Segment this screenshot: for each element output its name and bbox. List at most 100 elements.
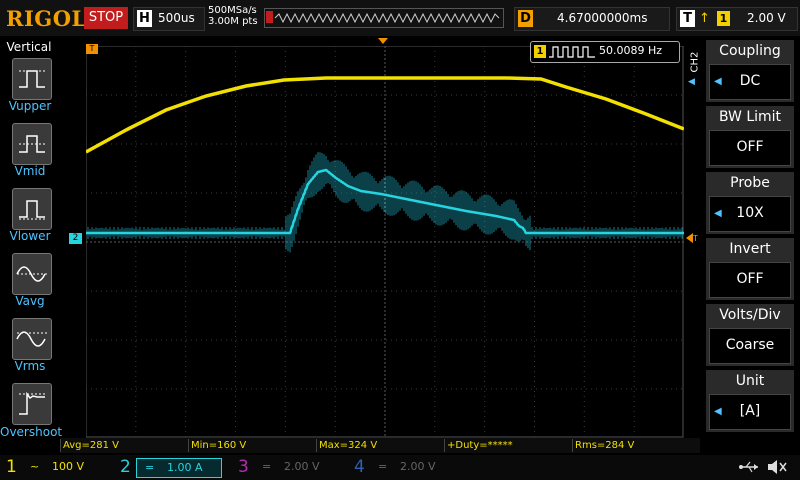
trigger-time-marker[interactable] <box>378 38 388 44</box>
delay-box[interactable]: D 4.67000000ms <box>514 7 670 31</box>
trigger-box[interactable]: T ↑ 1 2.00 V <box>676 7 798 31</box>
ch2-number[interactable]: 2 <box>120 457 131 477</box>
volts-div-value: Coarse <box>725 337 775 353</box>
vrms-icon <box>16 331 47 347</box>
measurement-bar: Avg=281 V Min=160 V Max=324 V +Duty=****… <box>60 438 700 453</box>
volts-div-title: Volts/Div <box>719 307 781 323</box>
vertical-measure-panel: Vertical Vupper Vmid Vlower Vavg Vrms Ov… <box>0 36 63 440</box>
measurement-rms[interactable]: Rms=284 V <box>572 439 699 452</box>
vupper-icon <box>19 70 45 88</box>
horizontal-timebase-box[interactable]: H 500us <box>133 7 205 31</box>
channel-status-bar: 1 ~ 100 V 2 = 1.00 A 3 = 2.00 V 4 = 2.00… <box>0 455 800 480</box>
ch2-offset-marker[interactable]: 2 <box>69 233 82 244</box>
freq-channel: 1 <box>534 45 546 58</box>
coupling-title: Coupling <box>719 43 781 59</box>
vlower-label: Vlower <box>9 229 51 243</box>
measurement-max[interactable]: Max=324 V <box>316 439 443 452</box>
dc-coupling-icon: = <box>262 460 272 473</box>
ch1-scale-box[interactable]: ~ 100 V <box>22 458 106 476</box>
square-wave-icon <box>549 46 595 58</box>
trigger-source: 1 <box>717 11 730 26</box>
unit-softkey[interactable]: Unit ◀ [A] <box>706 370 794 432</box>
bw-limit-value: OFF <box>736 139 764 155</box>
ac-coupling-icon: ~ <box>30 460 40 473</box>
memory-depth: 3.00M pts <box>208 16 258 27</box>
bw-limit-title: BW Limit <box>718 109 782 125</box>
volts-div-softkey[interactable]: Volts/Div Coarse <box>706 304 794 366</box>
ch2-scale-box[interactable]: = 1.00 A <box>136 458 222 478</box>
unit-value: [A] <box>739 403 761 419</box>
coupling-softkey[interactable]: Coupling ◀ DC <box>706 40 794 102</box>
probe-softkey[interactable]: Probe ◀ 10X <box>706 172 794 234</box>
unit-value-box: ◀ [A] <box>709 394 791 430</box>
volts-div-value-box: Coarse <box>709 328 791 364</box>
waveform-memory-overview <box>264 8 504 28</box>
bw-limit-value-box: OFF <box>709 130 791 166</box>
channel-tag: CH2 <box>689 51 701 73</box>
trigger-level: 2.00 V <box>747 11 786 25</box>
dc-coupling-icon: = <box>378 460 388 473</box>
memory-overview-waveform <box>266 11 500 24</box>
frequency-value: 50.0089 Hz <box>599 44 663 57</box>
dc-coupling-icon: = <box>145 461 155 474</box>
probe-title: Probe <box>730 175 770 191</box>
measurement-min[interactable]: Min=160 V <box>188 439 315 452</box>
invert-value: OFF <box>736 271 764 287</box>
vmid-icon <box>19 135 45 153</box>
channel-menu-panel: Coupling ◀ DC BW Limit OFF Probe ◀ 10X I… <box>706 36 800 440</box>
delay-label: D <box>518 10 533 27</box>
acquisition-info: 500MSa/s 3.00M pts <box>208 5 258 27</box>
coupling-value: DC <box>739 73 761 89</box>
vavg-label: Vavg <box>15 294 45 308</box>
unit-title: Unit <box>735 373 765 389</box>
top-status-bar: RIGOL STOP H 500us 500MSa/s 3.00M pts D … <box>0 0 800 36</box>
ch3-number[interactable]: 3 <box>238 457 249 477</box>
vupper-label: Vupper <box>8 99 52 113</box>
vavg-button[interactable] <box>12 253 52 295</box>
frequency-counter: 1 50.0089 Hz <box>530 41 680 63</box>
ch4-scale: 2.00 V <box>400 460 436 473</box>
ch1-number[interactable]: 1 <box>6 457 17 477</box>
overshoot-button[interactable] <box>12 383 52 425</box>
measurement-avg[interactable]: Avg=281 V <box>60 439 187 452</box>
trigger-position-marker[interactable]: T <box>86 44 98 54</box>
ch3-scale: 2.00 V <box>284 460 320 473</box>
vrms-button[interactable] <box>12 318 52 360</box>
brand-logo: RIGOL <box>6 6 87 31</box>
probe-value: 10X <box>736 205 764 221</box>
speaker-muted-icon[interactable] <box>766 458 788 476</box>
ch1-scale: 100 V <box>52 460 85 473</box>
vupper-button[interactable] <box>12 58 52 100</box>
graticule <box>85 45 685 438</box>
rising-edge-icon: ↑ <box>699 11 710 26</box>
trigger-level-marker[interactable] <box>686 233 693 243</box>
ch3-scale-box[interactable]: = 2.00 V <box>254 458 338 476</box>
vmid-button[interactable] <box>12 123 52 165</box>
vlower-button[interactable] <box>12 188 52 230</box>
menu-page-left-icon[interactable]: ◀ <box>688 77 695 87</box>
probe-value-box: ◀ 10X <box>709 196 791 232</box>
vavg-icon <box>16 266 47 282</box>
ch4-number[interactable]: 4 <box>354 457 365 477</box>
memory-position-marker <box>266 11 273 23</box>
delay-value: 4.67000000ms <box>557 11 648 25</box>
measurement-duty[interactable]: +Duty=***** <box>444 439 571 452</box>
overshoot-label: Overshoot <box>0 425 63 439</box>
waveform-display <box>85 45 685 438</box>
bw-limit-softkey[interactable]: BW Limit OFF <box>706 106 794 168</box>
coupling-value-box: ◀ DC <box>709 64 791 100</box>
invert-title: Invert <box>729 241 771 257</box>
vrms-label: Vrms <box>14 359 46 373</box>
horizontal-label: H <box>137 10 152 27</box>
ch2-scale: 1.00 A <box>167 461 203 474</box>
invert-softkey[interactable]: Invert OFF <box>706 238 794 300</box>
run-stop-status[interactable]: STOP <box>84 7 128 29</box>
timebase-value: 500us <box>158 11 195 25</box>
ch4-scale-box[interactable]: = 2.00 V <box>370 458 454 476</box>
vlower-icon <box>19 200 45 220</box>
panel-title: Vertical <box>6 40 52 54</box>
sample-rate: 500MSa/s <box>208 5 257 16</box>
overshoot-icon <box>19 391 45 415</box>
vmid-label: Vmid <box>14 164 46 178</box>
usb-icon <box>739 461 758 473</box>
